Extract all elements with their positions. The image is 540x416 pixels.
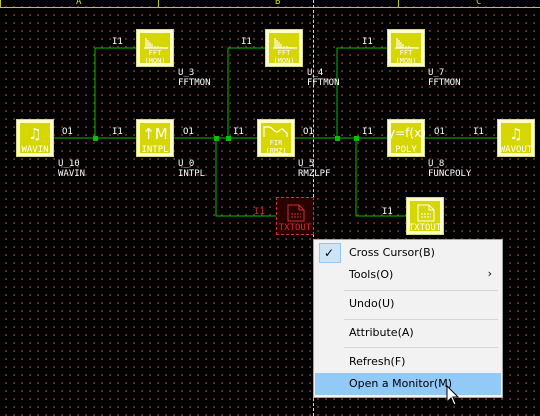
block-caption-bottom: (RMZ) (265, 147, 287, 155)
block-type-name: FUNCPOLY (428, 169, 472, 179)
port-in: I1 (254, 207, 265, 217)
menu-item-undo[interactable]: Undo(U) (315, 293, 501, 315)
port-out: O1 (62, 127, 73, 137)
block-type-name: WAVIN (58, 169, 86, 179)
block-txtout-1-selected[interactable]: TXTOUT (276, 197, 314, 235)
block-instance-name: U_4 (307, 68, 324, 78)
wire-junction (93, 136, 98, 141)
block-intpl[interactable]: ↑M INTPL (136, 119, 174, 157)
port-in: I1 (112, 37, 123, 47)
port-in: I1 (233, 127, 244, 137)
port-out: O1 (303, 127, 314, 137)
block-wavout[interactable]: ♫ WAVOUT (497, 119, 535, 157)
block-caption-top: FFT (148, 49, 162, 57)
menu-separator (344, 319, 498, 320)
menu-item-label: Undo(U) (349, 297, 395, 310)
wire (336, 47, 387, 138)
block-type-name: FFTMON (307, 78, 340, 88)
block-instance-name: U_3 (178, 68, 195, 78)
spectrum-icon (395, 38, 419, 49)
block-caption-bottom: (MON) (144, 57, 166, 65)
block-caption: TXTOUT (278, 223, 312, 233)
interpolate-arrow-icon: ↑M (142, 125, 168, 143)
filter-response-icon (263, 126, 288, 137)
block-instance-name: U_5 (298, 159, 315, 169)
port-in: I1 (362, 127, 373, 137)
spectrum-icon (273, 38, 297, 49)
wire-junction (354, 136, 359, 141)
spectrum-icon (144, 38, 168, 49)
block-txtout-2[interactable]: TXTOUT (406, 197, 444, 235)
block-caption-top: FFT (277, 49, 291, 57)
block-type-name: FFTMON (428, 78, 461, 88)
port-in: I1 (112, 127, 123, 137)
context-menu: ✓ Cross Cursor(B) Tools(O) › Undo(U) Att… (313, 239, 503, 398)
text-file-icon (417, 204, 435, 222)
block-caption: WAVOUT (499, 145, 533, 155)
block-wavin[interactable]: ♫ WAVIN (16, 119, 54, 157)
port-in: I1 (473, 127, 484, 137)
block-caption: TXTOUT (408, 223, 442, 233)
check-icon: ✓ (319, 243, 341, 263)
block-caption-top: FIR (269, 139, 283, 147)
music-note-icon: ♫ (28, 125, 42, 143)
menu-separator (344, 347, 498, 348)
menu-item-cross-cursor[interactable]: ✓ Cross Cursor(B) (315, 242, 501, 264)
block-type-name: FFTMON (178, 78, 211, 88)
block-instance-name: U_8 (428, 159, 445, 169)
block-caption: POLY (395, 145, 417, 155)
port-in: I1 (241, 37, 252, 47)
menu-item-tools[interactable]: Tools(O) › (315, 264, 501, 286)
block-fftmon-3[interactable]: FFT (MON) (387, 29, 425, 67)
wire (94, 47, 136, 138)
block-fftmon-2[interactable]: FFT (MON) (265, 29, 303, 67)
menu-item-attribute[interactable]: Attribute(A) (315, 322, 501, 344)
block-poly[interactable]: y=f(x) POLY (387, 119, 426, 157)
block-caption-bottom: (MON) (273, 57, 295, 65)
submenu-arrow-icon: › (487, 267, 492, 280)
text-file-icon (287, 204, 305, 222)
function-icon: y=f(x) (388, 126, 426, 140)
wire-junction (226, 136, 231, 141)
block-type-name: INTPL (178, 169, 206, 179)
block-fir-rmz[interactable]: FIR (RMZ) (257, 119, 295, 157)
menu-item-label: Tools(O) (349, 268, 394, 281)
menu-item-refresh[interactable]: Refresh(F) (315, 351, 501, 373)
port-out: O1 (434, 127, 445, 137)
block-type-name: RMZLPF (298, 169, 331, 179)
schematic-canvas[interactable]: A B C ♫ WAVIN O1 U_10 WAVIN ↑M INTPL I1 … (0, 0, 540, 416)
menu-item-label: Refresh(F) (349, 355, 406, 368)
port-in: I1 (382, 207, 393, 217)
block-instance-name: U_0 (178, 159, 195, 169)
block-fftmon-1[interactable]: FFT (MON) (136, 29, 174, 67)
menu-item-open-monitor[interactable]: Open a Monitor(M) (315, 373, 501, 395)
block-instance-name: U_10 (58, 159, 80, 169)
block-caption-top: FFT (399, 49, 413, 57)
block-caption: WAVIN (21, 145, 49, 155)
menu-item-label: Cross Cursor(B) (349, 246, 435, 259)
block-caption: INTPL (141, 145, 169, 155)
port-in: I1 (362, 37, 373, 47)
block-instance-name: U_7 (428, 68, 445, 78)
menu-separator (344, 290, 498, 291)
music-note-icon: ♫ (509, 125, 523, 143)
block-caption-bottom: (MON) (395, 57, 417, 65)
wire-junction (214, 136, 219, 141)
port-out: O1 (183, 127, 194, 137)
wire-junction (335, 136, 340, 141)
menu-item-label: Open a Monitor(M) (349, 377, 453, 390)
mouse-pointer-icon (446, 385, 460, 406)
menu-item-label: Attribute(A) (349, 326, 414, 339)
